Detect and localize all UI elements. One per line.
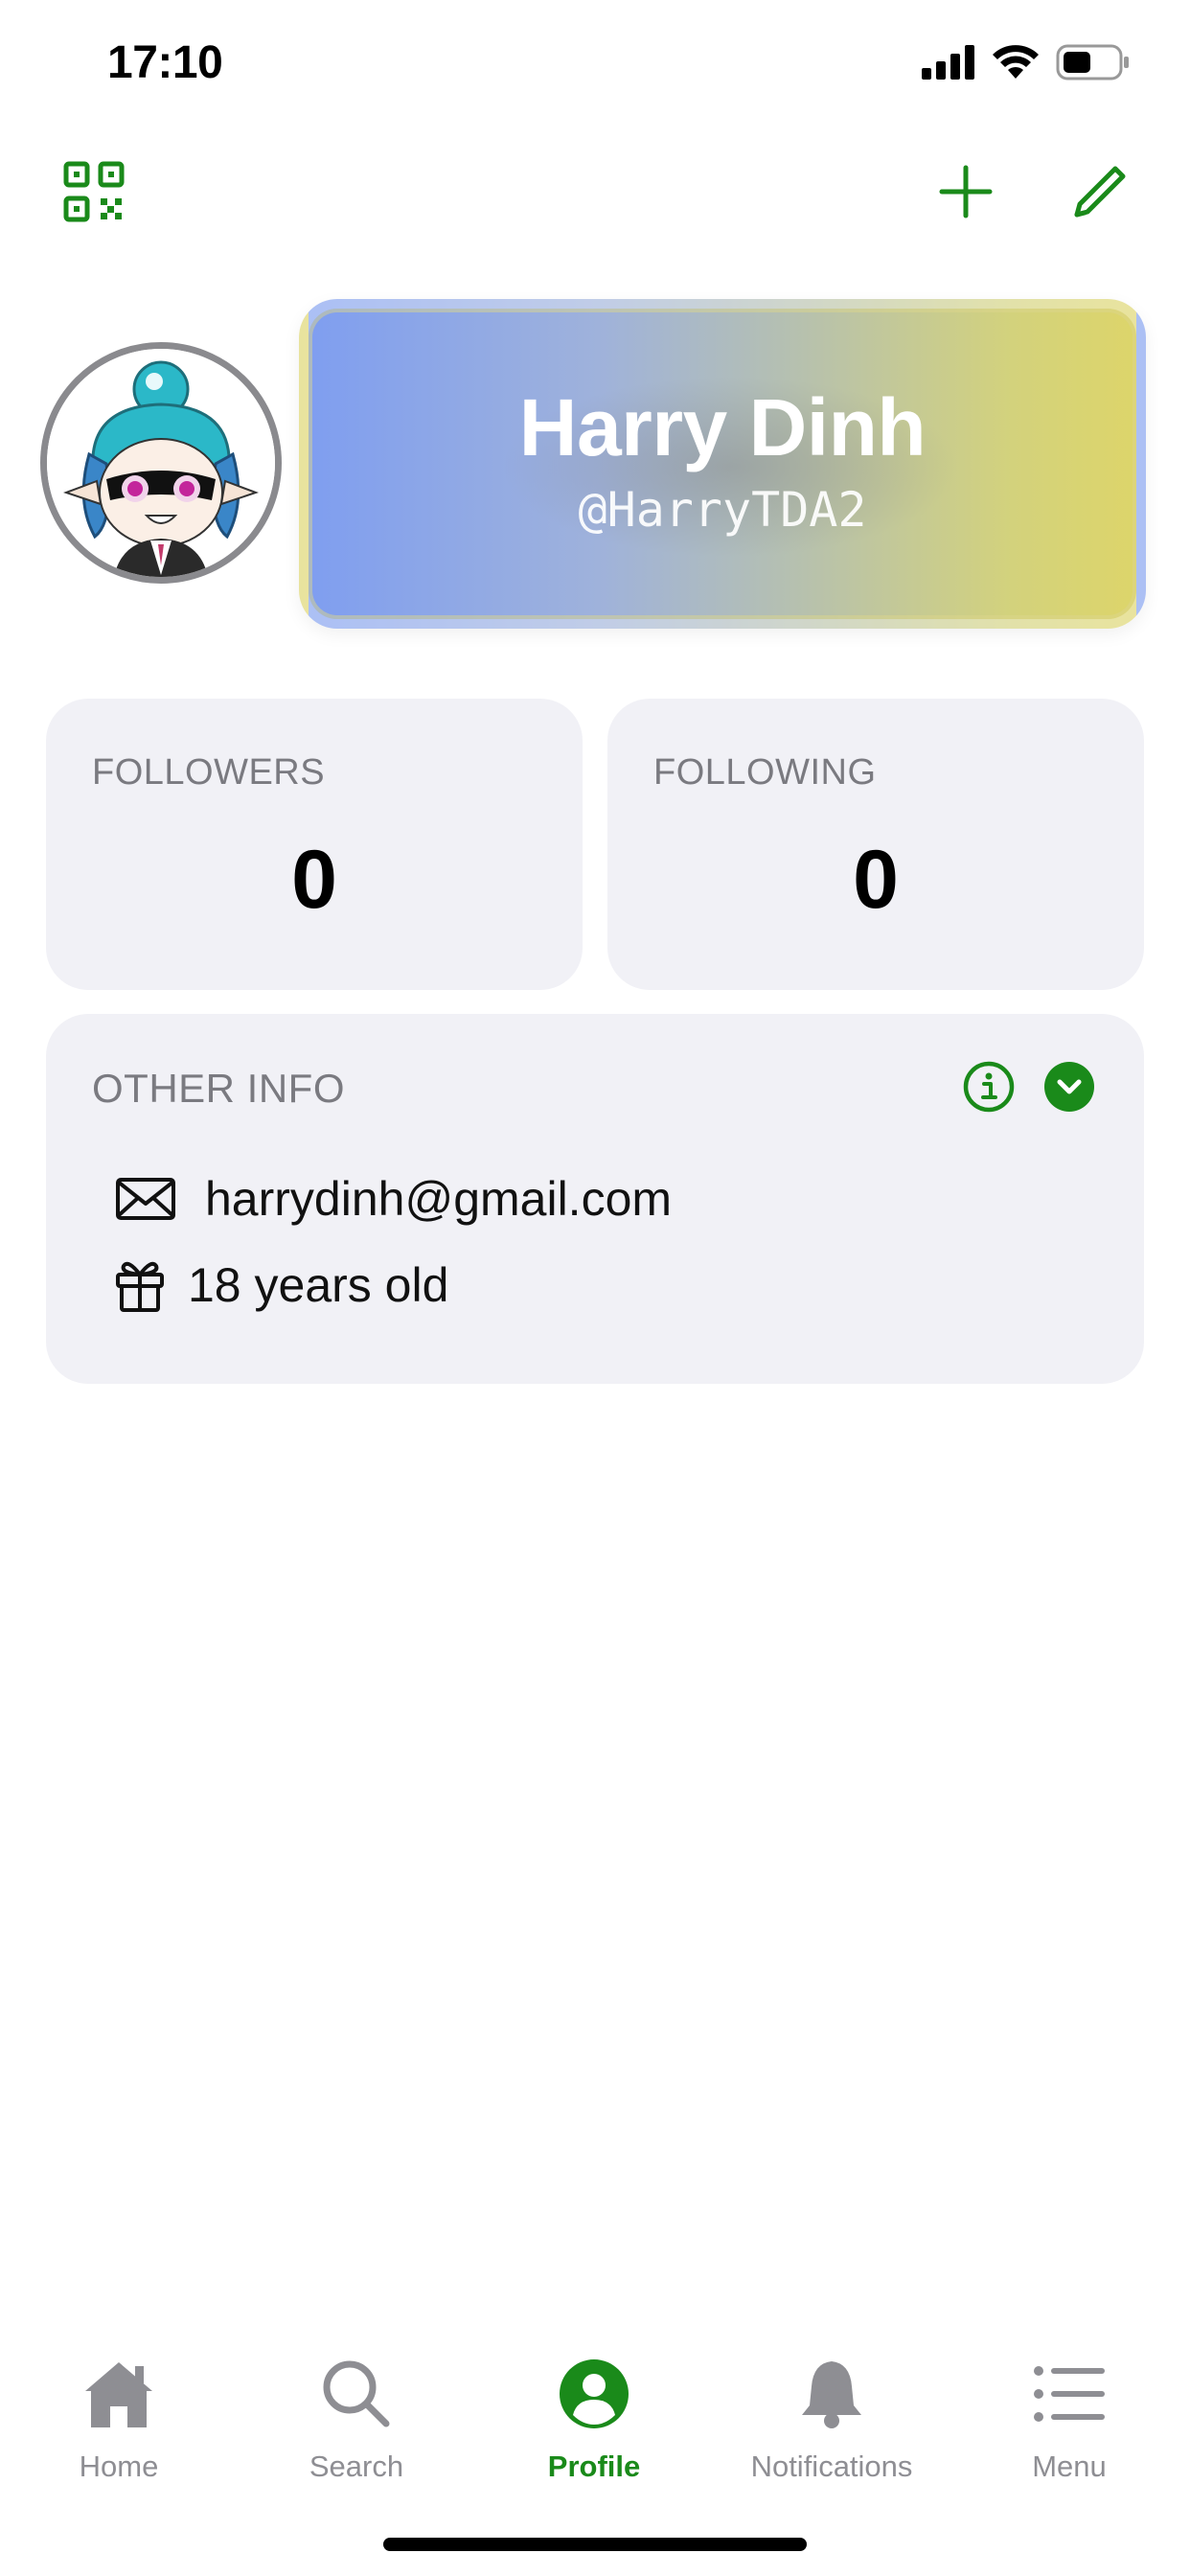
home-indicator [383,2538,807,2551]
cellular-signal-icon [922,45,974,80]
tab-notifications-label: Notifications [750,2450,913,2483]
envelope-icon [116,1178,175,1220]
followers-card[interactable]: FOLLOWERS 0 [46,699,583,990]
info-circle-icon [963,1061,1015,1113]
display-name: Harry Dinh [518,381,927,472]
expand-button[interactable] [1042,1060,1096,1114]
tab-profile-label: Profile [547,2450,641,2483]
followers-count: 0 [291,834,337,926]
status-bar: 17:10 [0,0,1190,134]
tab-search[interactable]: Search [251,2329,462,2492]
plus-icon [939,165,993,218]
other-info-label: OTHER INFO [92,1066,345,1111]
battery-icon [1056,44,1129,80]
email-text: harrydinh@gmail.com [205,1172,673,1226]
username: @HarryTDA2 [578,481,867,538]
tab-notifications[interactable]: Notifications [726,2329,937,2492]
chevron-down-circle-icon [1044,1062,1094,1112]
following-card[interactable]: FOLLOWING 0 [607,699,1144,990]
email-row: harrydinh@gmail.com [115,1171,672,1227]
pencil-icon [1074,166,1126,218]
age-text: 18 years old [188,1258,449,1312]
age-row: 18 years old [115,1257,448,1313]
avatar-image [47,349,275,577]
status-time: 17:10 [107,37,223,88]
info-button[interactable] [962,1060,1016,1114]
qr-code-icon [63,161,125,222]
tab-bar: Home Search Profile Notifications Menu [0,2329,1190,2520]
tab-menu-label: Menu [1032,2450,1107,2483]
tab-menu[interactable]: Menu [964,2329,1175,2492]
house-icon [85,2362,152,2427]
top-nav [0,144,1190,240]
tab-profile[interactable]: Profile [489,2329,699,2492]
list-icon [1034,2366,1105,2422]
followers-label: FOLLOWERS [92,752,326,793]
following-label: FOLLOWING [653,752,877,793]
following-count: 0 [853,834,899,926]
other-info-card: OTHER INFO harrydinh@gmail.com 18 years [46,1014,1144,1384]
add-button[interactable] [929,155,1002,228]
gift-icon [116,1261,164,1312]
wifi-icon [993,45,1039,79]
profile-name-card: Harry Dinh @HarryTDA2 [299,299,1146,629]
edit-profile-button[interactable] [1064,155,1136,228]
bell-icon [802,2361,861,2428]
tab-home[interactable]: Home [13,2329,224,2492]
tab-home-label: Home [79,2450,159,2483]
qr-code-button[interactable] [57,155,130,228]
person-circle-icon [560,2359,629,2428]
tab-search-label: Search [309,2450,404,2483]
avatar[interactable] [40,342,282,584]
status-icons [922,44,1131,80]
magnifier-icon [323,2360,390,2427]
